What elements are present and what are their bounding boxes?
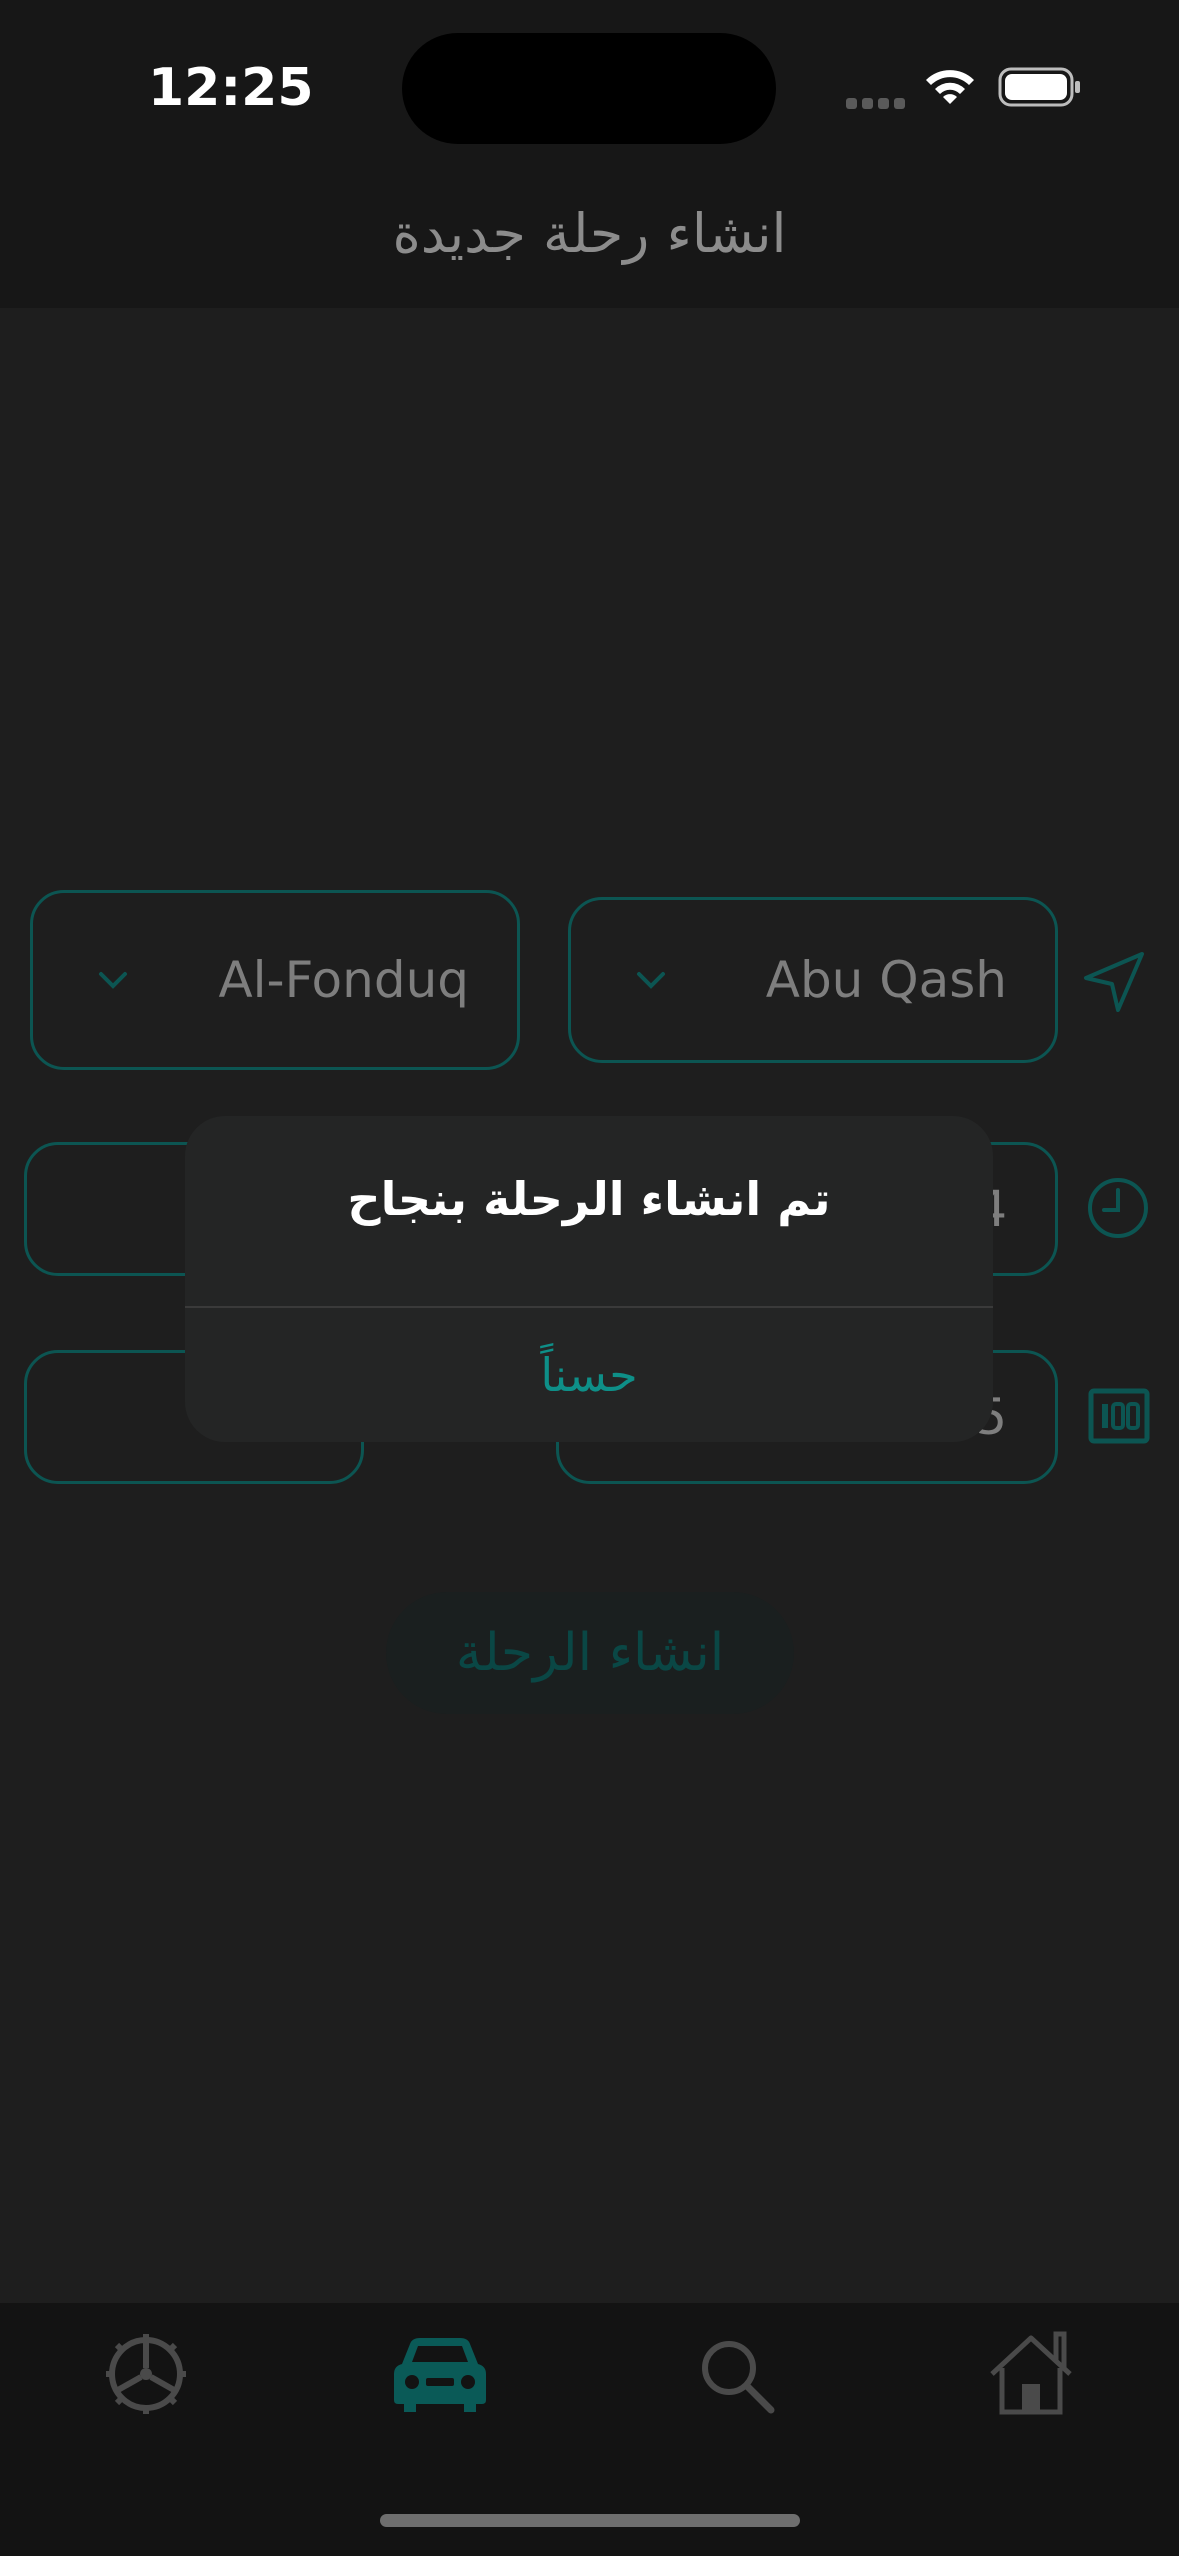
navigation-bar: انشاء رحلة جديدة — [0, 150, 1179, 308]
alert-ok-button[interactable]: حسناً — [185, 1308, 993, 1442]
clock-icon — [1088, 1178, 1148, 1238]
page-title: انشاء رحلة جديدة — [392, 202, 787, 265]
origin-city-dropdown[interactable]: Abu Qash — [568, 897, 1058, 1063]
create-trip-label: انشاء الرحلة — [455, 1623, 725, 1683]
car-icon[interactable] — [392, 2334, 488, 2414]
create-trip-button[interactable]: انشاء الرحلة — [386, 1592, 794, 1714]
destination-city-dropdown[interactable]: Al-Fonduq — [30, 890, 520, 1070]
home-indicator — [380, 2514, 800, 2527]
chevron-down-icon — [637, 972, 665, 989]
location-arrow-icon — [1084, 952, 1144, 1012]
battery-icon — [998, 67, 1080, 107]
steering-wheel-icon[interactable] — [104, 2332, 188, 2416]
origin-city-value: Abu Qash — [765, 951, 1007, 1009]
search-icon[interactable] — [697, 2336, 777, 2416]
wifi-icon — [926, 70, 974, 104]
home-icon[interactable] — [986, 2330, 1076, 2416]
status-time: 12:25 — [148, 58, 314, 118]
status-bar: 12:25 — [0, 0, 1179, 150]
alert-title: تم انشاء الرحلة بنجاح — [347, 1172, 831, 1226]
destination-city-value: Al-Fonduq — [218, 951, 469, 1009]
cellular-signal-icon — [846, 94, 910, 113]
money-icon — [1088, 1388, 1150, 1444]
chevron-down-icon — [99, 972, 127, 989]
dynamic-island — [402, 33, 776, 144]
success-alert: تم انشاء الرحلة بنجاح حسناً — [185, 1116, 993, 1442]
